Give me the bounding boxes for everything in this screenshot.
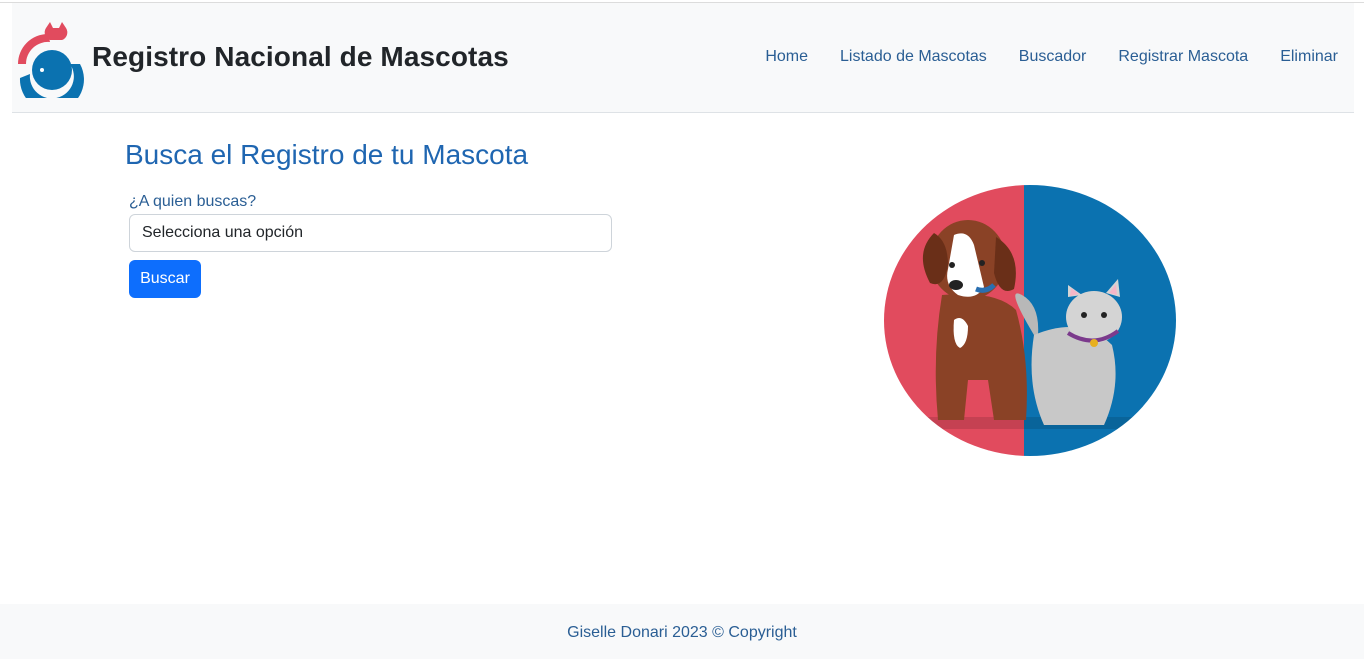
footer-copyright: Giselle Donari 2023 © Copyright (567, 624, 797, 641)
nav-eliminar[interactable]: Eliminar (1280, 48, 1338, 66)
nav-listado[interactable]: Listado de Mascotas (840, 48, 987, 66)
search-button[interactable]: Buscar (129, 260, 201, 298)
search-field-label: ¿A quien buscas? (129, 193, 257, 210)
nav-home[interactable]: Home (765, 48, 808, 66)
navbar: Registro Nacional de Mascotas Home Lista… (12, 3, 1354, 113)
pet-select[interactable]: Selecciona una opción (129, 214, 612, 252)
page-title: Busca el Registro de tu Mascota (125, 139, 529, 170)
brand-title[interactable]: Registro Nacional de Mascotas (92, 41, 509, 73)
main-nav: Home Listado de Mascotas Buscador Regist… (765, 48, 1338, 66)
nav-buscador[interactable]: Buscador (1019, 48, 1087, 66)
nav-registrar[interactable]: Registrar Mascota (1118, 48, 1248, 66)
footer: Giselle Donari 2023 © Copyright (0, 604, 1364, 659)
cat-dog-logo-icon[interactable] (12, 20, 84, 98)
dog-cat-illustration (884, 185, 1176, 456)
